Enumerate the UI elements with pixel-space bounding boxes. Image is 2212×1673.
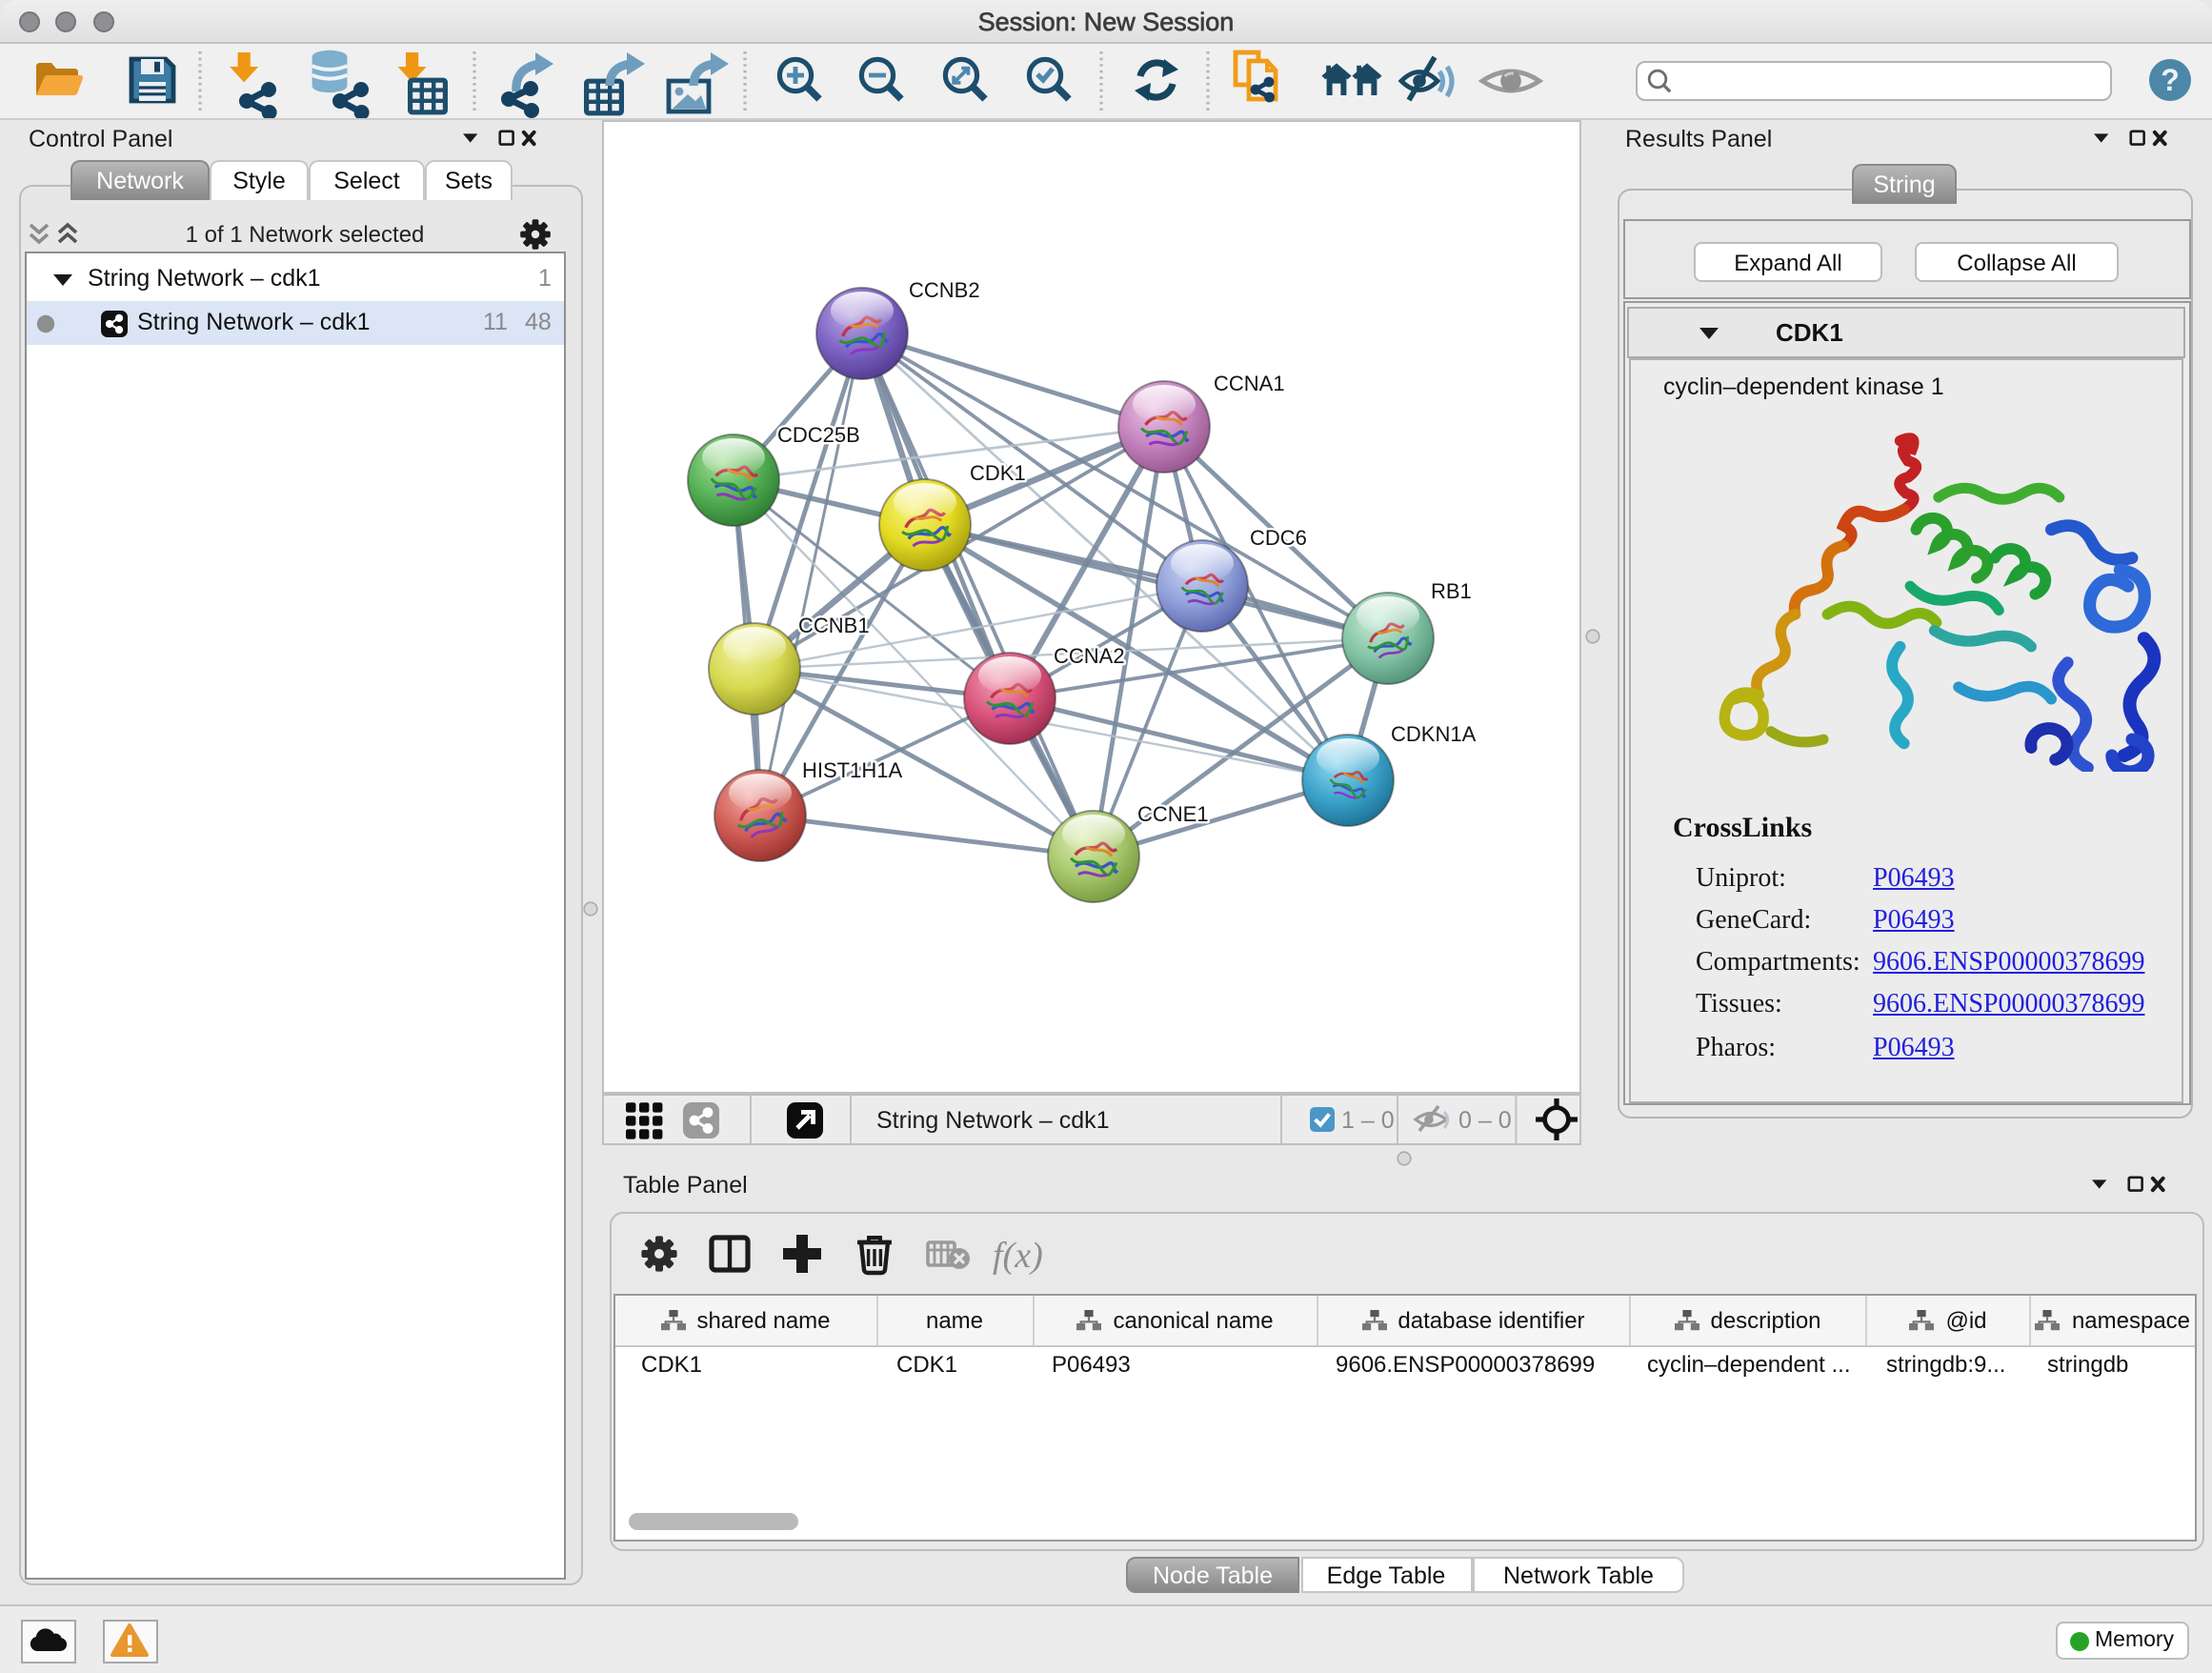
svg-text:CDC25B: CDC25B bbox=[777, 423, 860, 447]
svg-text:1 – 0: 1 – 0 bbox=[1341, 1107, 1395, 1134]
svg-text:?: ? bbox=[2161, 63, 2180, 97]
svg-text:HIST1H1A: HIST1H1A bbox=[802, 758, 902, 782]
svg-text:CCNB1: CCNB1 bbox=[798, 614, 870, 637]
svg-text:CDC6: CDC6 bbox=[1250, 526, 1307, 550]
svg-text:String Network – cdk1: String Network – cdk1 bbox=[876, 1107, 1110, 1134]
svg-text:CCNA1: CCNA1 bbox=[1214, 372, 1285, 395]
svg-text:CCNA2: CCNA2 bbox=[1054, 644, 1125, 668]
svg-text:CDKN1A: CDKN1A bbox=[1391, 722, 1477, 746]
svg-text:f(x): f(x) bbox=[993, 1236, 1043, 1276]
svg-text:CDK1: CDK1 bbox=[970, 461, 1026, 485]
svg-text:RB1: RB1 bbox=[1431, 579, 1472, 603]
svg-text:CCNB2: CCNB2 bbox=[909, 278, 980, 302]
svg-text:CCNE1: CCNE1 bbox=[1137, 802, 1209, 826]
svg-text:0 – 0: 0 – 0 bbox=[1458, 1107, 1512, 1134]
